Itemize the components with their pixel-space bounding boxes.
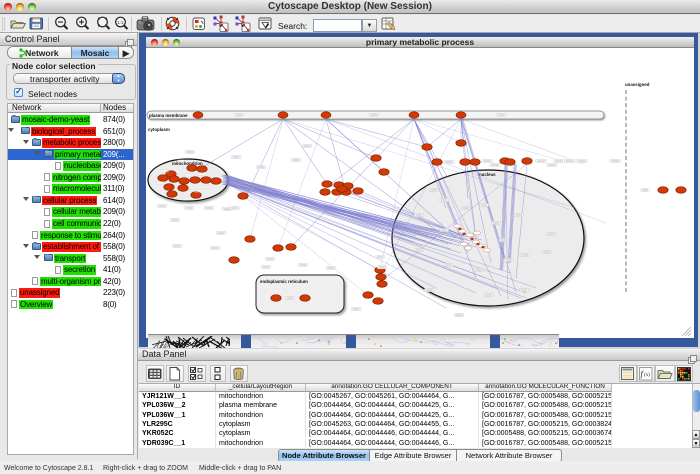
- svg-text:mitochondrion: mitochondrion: [172, 161, 203, 166]
- svg-text:unassigned: unassigned: [625, 82, 650, 87]
- svg-text:plasma membrane: plasma membrane: [149, 113, 188, 118]
- svg-text:(x): (x): [644, 373, 650, 378]
- svg-text:cytoplasm: cytoplasm: [148, 127, 170, 132]
- svg-text:endoplasmic reticulum: endoplasmic reticulum: [260, 279, 308, 284]
- svg-text:1:1: 1:1: [117, 20, 124, 25]
- svg-text:nucleus: nucleus: [479, 172, 496, 177]
